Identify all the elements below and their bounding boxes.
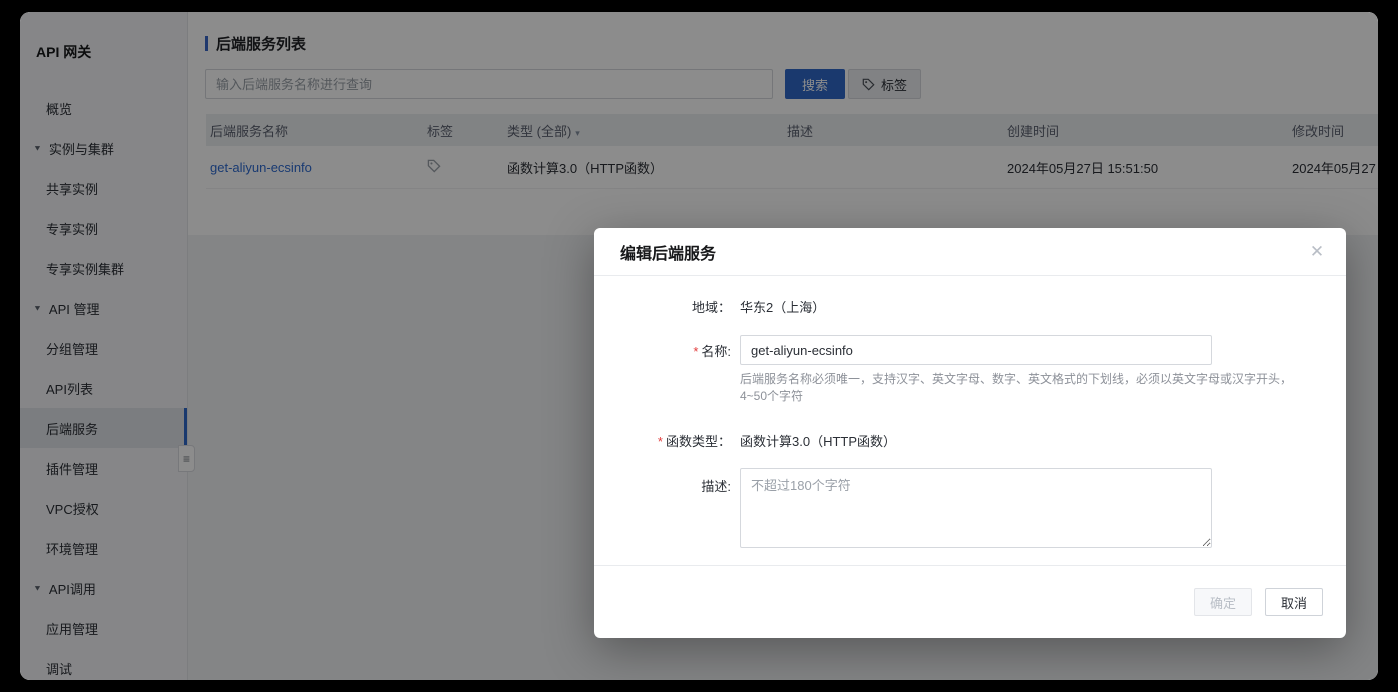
function-type-label: *函数类型： <box>594 431 740 450</box>
description-textarea[interactable] <box>740 468 1212 548</box>
required-asterisk: * <box>658 434 663 449</box>
edit-backend-service-modal: 编辑后端服务 ✕ 地域： 华东2（上海） *名称: 后端服务名称必须唯一，支持汉… <box>594 228 1346 638</box>
function-type-value: 函数计算3.0（HTTP函数） <box>740 431 896 450</box>
region-value: 华东2（上海） <box>740 297 825 316</box>
close-icon[interactable]: ✕ <box>1304 239 1330 265</box>
app-window: API 网关 概览 ▼ 实例与集群 共享实例 专享实例 专享实例集群 ▼ API… <box>20 12 1378 680</box>
cancel-button[interactable]: 取消 <box>1265 588 1323 616</box>
confirm-button[interactable]: 确定 <box>1194 588 1252 616</box>
description-label: 描述: <box>594 468 740 495</box>
name-help-text: 后端服务名称必须唯一，支持汉字、英文字母、数字、英文格式的下划线，必须以英文字母… <box>740 371 1302 405</box>
name-input[interactable] <box>740 335 1212 365</box>
required-asterisk: * <box>693 344 698 359</box>
region-label: 地域： <box>594 297 740 316</box>
modal-title: 编辑后端服务 <box>620 240 716 264</box>
name-label: *名称: <box>594 341 740 360</box>
